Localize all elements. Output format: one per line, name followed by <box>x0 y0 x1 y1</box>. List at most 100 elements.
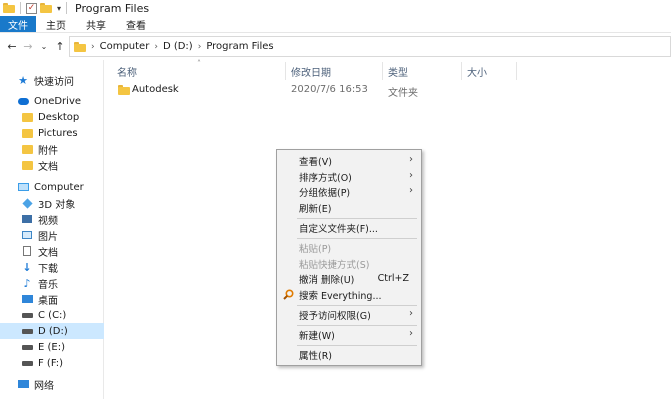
menu-item-search-everything[interactable]: 搜索 Everything... <box>277 287 421 303</box>
network-icon <box>16 378 30 390</box>
recent-locations-button[interactable]: ⌄ <box>36 42 52 51</box>
file-type: 文件夹 <box>388 88 418 99</box>
column-header-label: 名称 <box>117 67 137 79</box>
back-button[interactable]: ← <box>4 40 20 53</box>
sidebar-item-label: Pictures <box>38 127 78 139</box>
sidebar-item-label: 快速访问 <box>34 76 74 88</box>
chevron-right-icon[interactable]: › <box>91 42 95 52</box>
column-header-name[interactable]: 名称 <box>112 62 286 80</box>
breadcrumb-computer[interactable]: Computer <box>100 41 150 52</box>
breadcrumb-d-drive[interactable]: D (D:) <box>163 41 193 52</box>
chevron-right-icon[interactable]: › <box>154 42 158 52</box>
up-button[interactable]: ↑ <box>52 40 68 53</box>
sidebar-item-onedrive[interactable]: OneDrive <box>0 93 104 109</box>
sidebar-item-label: 文档 <box>38 161 58 173</box>
menu-item-refresh[interactable]: 刷新(E) <box>277 200 421 216</box>
tab-home[interactable]: 主页 <box>36 16 76 32</box>
download-glyph: ↓ <box>22 260 32 274</box>
sidebar-item-attachments-folder[interactable]: 附件 <box>0 141 104 157</box>
folder-icon <box>20 127 34 139</box>
column-header-label: 大小 <box>467 67 487 79</box>
sidebar-item-music[interactable]: ♪ 音乐 <box>0 275 104 291</box>
menu-item-paste-shortcut[interactable]: 粘贴快捷方式(S) <box>277 256 421 272</box>
sidebar-item-pictures[interactable]: 图片 <box>0 227 104 243</box>
sidebar-item-documents-folder[interactable]: 文档 <box>0 157 104 173</box>
menu-item-label: 新建(W) <box>299 331 335 342</box>
sidebar-item-drive-c[interactable]: C (C:) <box>0 307 104 323</box>
menu-item-view[interactable]: 查看(V) › <box>277 153 421 169</box>
menu-item-new[interactable]: 新建(W) › <box>277 327 421 343</box>
menu-item-paste[interactable]: 粘贴(P) <box>277 240 421 256</box>
context-menu: 查看(V) › 排序方式(O) › 分组依据(P) › 刷新(E) 自定义文件夹… <box>276 149 422 366</box>
drive-icon <box>20 309 34 321</box>
drive-icon <box>20 325 34 337</box>
file-row[interactable]: Autodesk 2020/7/6 16:53 文件夹 <box>112 82 524 99</box>
column-header-size[interactable]: 大小 <box>462 62 517 80</box>
sidebar-item-downloads[interactable]: ↓ 下载 <box>0 259 104 275</box>
chevron-right-icon[interactable]: › <box>198 42 202 52</box>
sidebar-item-label: E (E:) <box>38 341 65 353</box>
sidebar-item-desktop[interactable]: 桌面 <box>0 291 104 307</box>
sidebar-item-desktop-folder[interactable]: Desktop <box>0 109 104 125</box>
menu-item-give-access[interactable]: 授予访问权限(G) › <box>277 307 421 323</box>
sidebar-item-label: OneDrive <box>34 95 82 107</box>
address-bar[interactable]: › Computer › D (D:) › Program Files <box>69 36 671 57</box>
star-icon: ★ <box>16 73 30 87</box>
tab-file[interactable]: 文件 <box>0 16 36 32</box>
drive-icon <box>20 357 34 369</box>
menu-item-shortcut: Ctrl+Z <box>377 273 409 284</box>
cube-icon <box>20 197 34 209</box>
star-glyph: ★ <box>18 73 28 87</box>
sidebar-item-label: Desktop <box>38 111 80 123</box>
download-icon: ↓ <box>20 260 34 274</box>
document-icon <box>20 245 34 257</box>
sidebar-item-pictures-folder[interactable]: Pictures <box>0 125 104 141</box>
sidebar-item-label: 文档 <box>38 247 58 259</box>
sidebar-item-label: C (C:) <box>38 309 67 321</box>
tab-share[interactable]: 共享 <box>76 16 116 32</box>
column-header-label: 类型 <box>388 67 408 79</box>
sidebar-item-network[interactable]: 网络 <box>0 376 104 392</box>
new-folder-icon[interactable] <box>40 3 52 13</box>
sidebar-item-label: 桌面 <box>38 295 58 307</box>
chevron-right-icon: › <box>409 308 413 319</box>
menu-item-customize-folder[interactable]: 自定义文件夹(F)... <box>277 220 421 236</box>
column-header-type[interactable]: 类型 <box>383 62 462 80</box>
sidebar-item-videos[interactable]: 视频 <box>0 211 104 227</box>
everything-search-icon <box>283 289 294 300</box>
chevron-right-icon: › <box>409 154 413 165</box>
customize-toolbar-arrow[interactable]: ▾ <box>57 4 61 13</box>
sidebar-item-label: 音乐 <box>38 279 58 291</box>
column-header-modified[interactable]: 修改日期 <box>286 62 383 80</box>
sidebar-item-quick-access[interactable]: ★ 快速访问 <box>0 72 104 88</box>
menu-separator <box>297 238 417 239</box>
folder-icon <box>118 85 130 98</box>
menu-item-group-by[interactable]: 分组依据(P) › <box>277 184 421 200</box>
folder-icon <box>20 143 34 155</box>
menu-item-label: 分组依据(P) <box>299 188 351 199</box>
menu-item-properties[interactable]: 属性(R) <box>277 347 421 363</box>
folder-icon <box>20 111 34 123</box>
folder-icon <box>20 159 34 171</box>
ribbon-tabs: 文件 主页 共享 查看 <box>0 16 671 33</box>
tab-view[interactable]: 查看 <box>116 16 156 32</box>
computer-icon <box>16 181 30 193</box>
properties-icon[interactable]: ✓ <box>26 2 37 14</box>
menu-item-undo-delete[interactable]: 撤消 删除(U) Ctrl+Z <box>277 271 421 287</box>
menu-separator <box>297 305 417 306</box>
sidebar-item-drive-d[interactable]: D (D:) <box>0 323 104 339</box>
menu-item-label: 自定义文件夹(F)... <box>299 224 378 235</box>
sidebar-item-drive-f[interactable]: F (F:) <box>0 355 104 371</box>
sidebar-item-documents[interactable]: 文档 <box>0 243 104 259</box>
drive-icon <box>20 341 34 353</box>
forward-button[interactable]: → <box>20 40 36 53</box>
sidebar-item-drive-e[interactable]: E (E:) <box>0 339 104 355</box>
file-modified: 2020/7/6 16:53 <box>291 84 368 95</box>
music-icon: ♪ <box>20 276 34 290</box>
cloud-icon <box>16 95 30 107</box>
breadcrumb-program-files[interactable]: Program Files <box>206 41 273 52</box>
music-glyph: ♪ <box>23 276 31 290</box>
sidebar-item-computer[interactable]: Computer <box>0 179 104 195</box>
menu-item-sort-by[interactable]: 排序方式(O) › <box>277 169 421 185</box>
sidebar-item-3d-objects[interactable]: 3D 对象 <box>0 195 104 211</box>
